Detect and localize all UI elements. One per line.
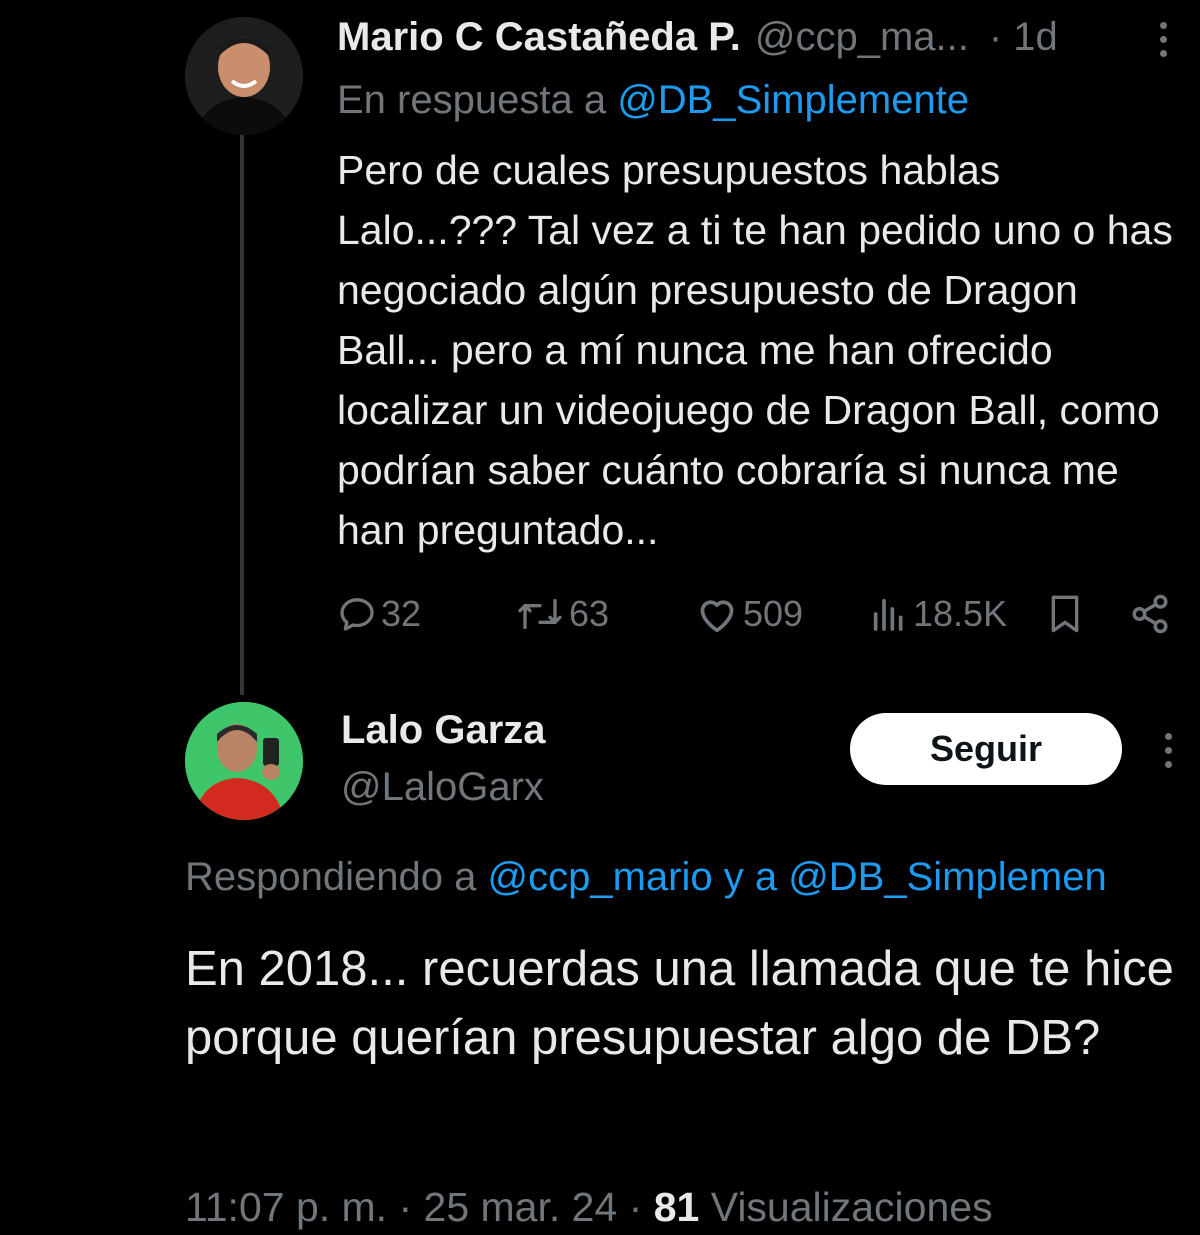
share-icon — [1132, 594, 1168, 634]
retweet-count: 63 — [569, 593, 610, 634]
views-icon — [873, 598, 903, 631]
tweet1-author-handle[interactable]: @ccp_ma... — [755, 15, 969, 60]
more-icon[interactable] — [1160, 22, 1167, 57]
tweet1-author-name[interactable]: Mario C Castañeda P. — [337, 15, 741, 60]
tweet2-author-handle[interactable]: @LaloGarx — [341, 765, 544, 810]
reply-mention-link[interactable]: @DB_Simplemente — [617, 78, 969, 122]
replying-prefix: Respondiendo a — [185, 855, 477, 899]
tweet2-replying-context: Respondiendo a @ccp_mario y a @DB_Simple… — [185, 855, 1200, 900]
avatar-lalo-image — [185, 702, 303, 820]
tweet1-timestamp[interactable]: · 1d — [989, 15, 1058, 60]
tweet2-metadata: 11:07 p. m. · 25 mar. 24 · 81 Visualizac… — [185, 1184, 993, 1231]
follow-button[interactable]: Seguir — [850, 713, 1122, 785]
views-count: 18.5K — [913, 593, 1008, 634]
share-button[interactable] — [1129, 588, 1171, 640]
bookmark-button[interactable] — [1045, 588, 1085, 640]
like-button[interactable]: 509 — [695, 588, 803, 640]
avatar-mario-image — [185, 17, 303, 135]
tweet2-views-label: Visualizaciones — [710, 1184, 993, 1230]
thread-connector — [240, 135, 244, 695]
like-count: 509 — [743, 593, 804, 634]
more-icon[interactable] — [1165, 733, 1172, 768]
reply-button[interactable]: 32 — [337, 588, 421, 640]
tweet1-header: Mario C Castañeda P. @ccp_ma... · 1d — [337, 14, 1058, 60]
like-icon — [700, 600, 734, 633]
retweet-button[interactable]: 63 — [515, 588, 609, 640]
reply-prefix: En respuesta a — [337, 78, 607, 122]
tweet1-text: Pero de cuales presupuestos hablas Lalo.… — [337, 147, 1173, 553]
tweet2-author-name[interactable]: Lalo Garza — [341, 708, 546, 753]
reply-icon — [340, 598, 374, 631]
tweet2-views-count: 81 — [653, 1184, 700, 1230]
bookmark-icon — [1051, 595, 1079, 633]
avatar-mario[interactable] — [185, 17, 303, 135]
retweet-icon — [518, 599, 562, 629]
tweet2-timestamp[interactable]: 11:07 p. m. · 25 mar. 24 · — [185, 1184, 642, 1230]
avatar-lalo[interactable] — [185, 702, 303, 820]
reply-count: 32 — [381, 593, 422, 634]
tweet1-reply-context: En respuesta a @DB_Simplemente — [337, 78, 969, 123]
views-button[interactable]: 18.5K — [869, 588, 1007, 640]
replying-mentions-link[interactable]: @ccp_mario y a @DB_Simplemen — [487, 855, 1106, 899]
tweet2-text: En 2018... recuerdas una llamada que te … — [185, 942, 1174, 1065]
tweet1-action-bar: 32 63 509 18.5K — [337, 588, 1177, 640]
